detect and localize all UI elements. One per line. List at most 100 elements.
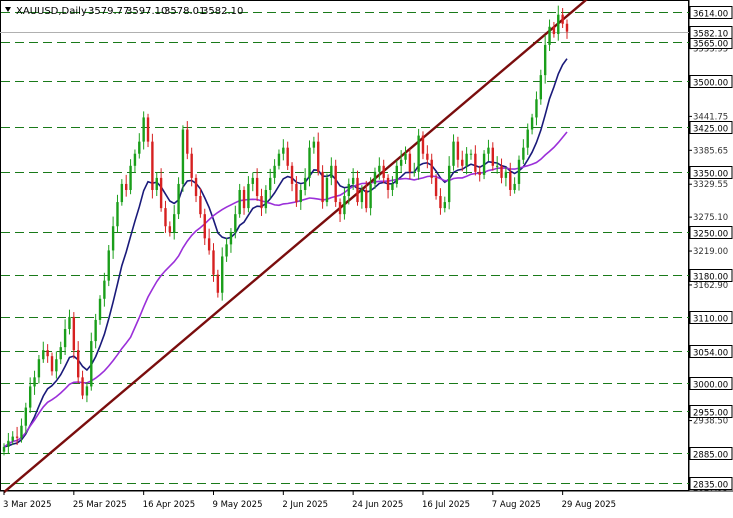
candle-body-98 [430, 159, 433, 178]
candle-body-35 [155, 177, 158, 190]
level-label-6: 3180.00 [693, 273, 728, 283]
candle-body-99 [434, 177, 438, 197]
candle-body-7 [33, 377, 36, 387]
candle-body-127 [557, 14, 560, 35]
candle-body-125 [548, 26, 551, 45]
level-label-3: 3425.00 [693, 125, 728, 135]
candle-body-101 [443, 202, 446, 209]
candle-body-96 [421, 135, 425, 154]
candle-body-49 [216, 274, 220, 293]
candle-body-52 [229, 232, 233, 245]
level-label-5: 3250.00 [693, 230, 728, 240]
price-tick-label-6: 3219.00 [693, 247, 728, 257]
candle-body-82 [360, 189, 364, 203]
candle-body-93 [408, 153, 412, 172]
candle-body-71 [312, 141, 316, 148]
time-tick-label-1: 25 Mar 2025 [73, 500, 127, 510]
candle-body-89 [391, 183, 394, 190]
candle-body-22 [98, 298, 102, 320]
time-tick-label-0: 3 Mar 2025 [3, 500, 51, 510]
level-label-9: 3000.00 [693, 381, 728, 391]
candle-body-16 [72, 316, 76, 351]
candle-body-45 [199, 196, 202, 215]
candle-body-28 [125, 183, 128, 190]
candle-body-56 [247, 183, 250, 209]
candle-body-17 [76, 350, 80, 378]
candle-body-19 [85, 386, 89, 396]
candle-body-3 [15, 436, 19, 438]
candle-body-18 [81, 377, 84, 396]
candle-body-66 [290, 165, 294, 184]
close-value: 3582.10 [202, 6, 243, 17]
candle-body-20 [90, 341, 93, 387]
candle-body-94 [413, 171, 416, 173]
candle-body-120 [526, 129, 529, 148]
candle-body-64 [282, 147, 285, 154]
candle-body-30 [133, 153, 137, 166]
high-value: 3597.10 [126, 6, 167, 17]
candle-body-107 [469, 153, 473, 155]
candle-body-29 [129, 165, 132, 190]
candle-body-90 [395, 165, 398, 184]
candle-body-12 [55, 359, 58, 372]
candle-body-36 [159, 177, 163, 209]
candle-body-4 [20, 425, 23, 438]
candle-body-40 [177, 183, 180, 215]
candle-body-41 [181, 129, 185, 184]
level-label-2: 3500.00 [693, 79, 728, 89]
candle-body-111 [487, 147, 490, 154]
candle-body-95 [417, 135, 420, 172]
candle-body-92 [404, 153, 407, 160]
candle-body-113 [495, 165, 499, 167]
candle-body-9 [42, 350, 45, 360]
time-tick-label-6: 16 Jul 2025 [422, 500, 470, 510]
candle-body-81 [356, 177, 359, 203]
candle-body-67 [295, 183, 298, 203]
candle-body-11 [50, 356, 54, 372]
candle-body-47 [207, 238, 211, 251]
level-label-0: 3614.00 [693, 10, 728, 20]
candle-body-85 [373, 171, 377, 184]
current-price-label: 3582.10 [693, 30, 728, 40]
candle-body-86 [378, 165, 381, 172]
candle-body-27 [120, 183, 124, 203]
price-tick-label-3: 3385.65 [693, 146, 728, 156]
chart-canvas[interactable]: 3610.053553.953441.753385.653329.553275.… [0, 0, 733, 514]
candle-body-23 [103, 280, 106, 299]
candle-body-48 [212, 250, 215, 275]
candle-body-124 [543, 44, 547, 76]
low-value: 3578.01 [164, 6, 205, 17]
candle-body-129 [565, 23, 569, 32]
candle-body-14 [63, 329, 67, 348]
candle-body-65 [286, 147, 289, 166]
candle-body-5 [24, 407, 28, 426]
candle-body-126 [552, 26, 556, 35]
candle-body-116 [509, 171, 512, 190]
candle-body-25 [111, 226, 115, 251]
candle-body-121 [530, 117, 534, 130]
candle-body-8 [37, 359, 41, 378]
candle-body-58 [255, 177, 259, 197]
candle-body-38 [168, 226, 172, 233]
candle-body-78 [343, 196, 346, 215]
level-label-8: 3054.00 [693, 349, 728, 359]
candle-body-68 [299, 189, 302, 203]
price-chart[interactable]: 3610.053553.953441.753385.653329.553275.… [0, 0, 733, 514]
candle-body-62 [273, 165, 276, 178]
time-tick-label-7: 7 Aug 2025 [492, 500, 541, 510]
candle-body-118 [517, 159, 521, 184]
level-label-12: 2835.00 [693, 481, 728, 491]
candle-body-123 [539, 75, 543, 100]
level-label-1: 3565.00 [693, 40, 728, 50]
candle-body-128 [561, 14, 564, 24]
candle-body-103 [452, 141, 455, 166]
candle-body-24 [107, 250, 110, 281]
candle-body-112 [491, 147, 495, 166]
candle-body-80 [351, 177, 355, 184]
price-tick-label-2: 3441.75 [693, 112, 728, 122]
candle-body-34 [151, 141, 154, 190]
candle-body-83 [365, 189, 368, 209]
candle-body-70 [308, 147, 311, 178]
candle-body-72 [317, 141, 320, 172]
candle-body-57 [251, 177, 254, 184]
